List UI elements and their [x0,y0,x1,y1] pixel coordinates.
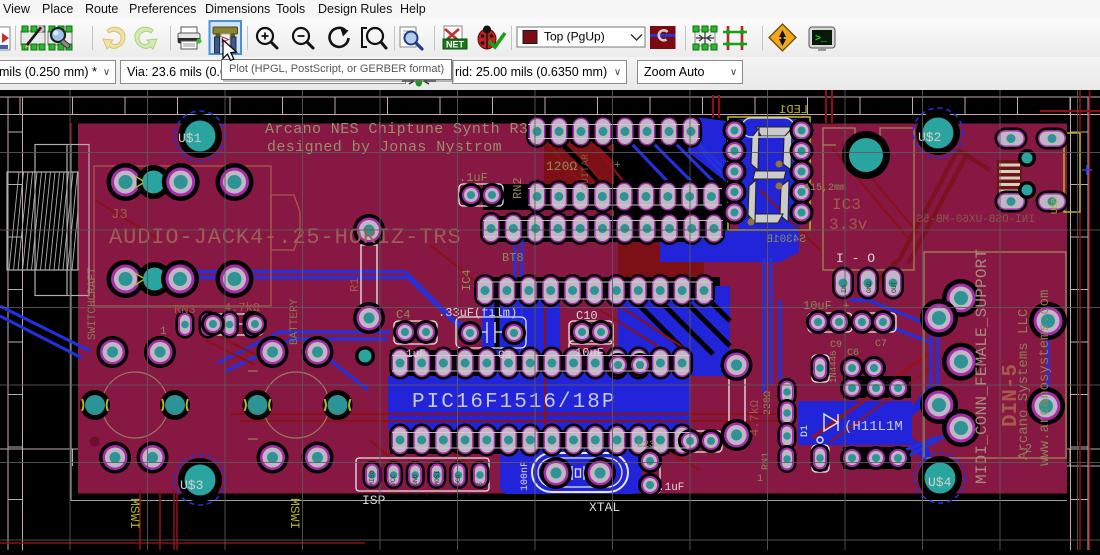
svg-text:C10: C10 [576,309,598,323]
svg-text:Arcano Systems LLC: Arcano Systems LLC [1016,309,1032,460]
svg-text:IC4: IC4 [460,269,474,291]
svg-text:GUITAR: GUITAR [581,154,592,190]
svg-text:4.7kΩ: 4.7kΩ [748,400,762,436]
svg-text:AUDIO-JACK4-.25-HORIZ-TRS: AUDIO-JACK4-.25-HORIZ-TRS [109,225,462,250]
svg-text:C23: C23 [637,440,655,451]
svg-text:1uF: 1uF [406,349,426,361]
svg-text:www.arcanosystems.com: www.arcanosystems.com [1037,290,1053,466]
svg-text:.1uF: .1uF [658,482,684,494]
svg-text:ISP: ISP [362,493,386,508]
svg-text:MIDI_CONN_FEMALE_SUPPORT: MIDI_CONN_FEMALE_SUPPORT [973,249,991,484]
svg-text:VCC: VCC [390,474,397,486]
svg-text:Top (PgUp): Top (PgUp) [544,30,605,44]
svg-text:INI-OSB-UX60-MB-5S: INI-OSB-UX60-MB-5S [916,214,1035,226]
svg-text:GND: GND [866,281,873,293]
svg-text:A15,2mm: A15,2mm [804,183,846,194]
svg-text:+: + [614,160,621,172]
svg-text:1: 1 [160,326,167,338]
svg-text:RN3: RN3 [174,303,196,317]
svg-text:1: 1 [757,474,763,485]
svg-text:USB: USB [1050,197,1060,214]
svg-text:C3: C3 [498,350,511,362]
svg-text:10uF: 10uF [575,346,604,360]
svg-text:>_: >_ [815,34,828,45]
svg-text:I - O: I - O [836,251,875,266]
svg-text:3.3v: 3.3v [829,216,868,234]
svg-text:1N4446: 1N4446 [829,351,839,383]
svg-text:U$3: U$3 [180,478,203,493]
svg-text:IC3: IC3 [832,196,861,214]
svg-text:6: 6 [477,482,484,486]
svg-text:U$4: U$4 [928,475,952,490]
svg-text:BATTERY: BATTERY [289,298,301,345]
svg-text:MOSI: MOSI [434,470,441,486]
svg-text:S4301B: S4301B [766,234,806,246]
svg-text:RN1: RN1 [761,452,772,470]
svg-text:10uF: 10uF [803,299,832,313]
svg-text:RN2: RN2 [511,177,525,199]
svg-text:120Ω: 120Ω [546,159,577,174]
svg-text:J3: J3 [111,207,128,223]
svg-text:SCK: SCK [455,474,462,486]
svg-text:PIC16F1516/18P: PIC16F1516/18P [412,391,616,414]
svg-text:.1uF: .1uF [459,171,488,185]
svg-text:NET: NET [446,40,465,50]
svg-text:.33uF(film): .33uF(film) [438,306,517,320]
svg-text:SWITCHCRAFT: SWITCHCRAFT [87,267,99,340]
svg-text:D1: D1 [800,425,811,437]
svg-text:220Ω: 220Ω [763,391,774,415]
svg-text:U$2: U$2 [918,130,941,145]
svg-text:XTAL: XTAL [589,500,620,515]
svg-text:MSWI: MSWI [287,498,302,529]
svg-text:C7: C7 [875,339,887,350]
svg-text:GND: GND [412,474,419,486]
svg-text:BT8: BT8 [502,251,524,265]
svg-text:100nF: 100nF [520,461,531,491]
svg-text:LED1: LED1 [779,103,808,117]
svg-text:U$1: U$1 [178,131,202,146]
svg-text:2: 2 [1025,442,1032,456]
svg-text:C4: C4 [396,308,410,322]
svg-text:(H11L1M: (H11L1M [844,419,903,435]
svg-text:R1: R1 [348,278,362,292]
svg-text:C6: C6 [847,348,859,359]
svg-text:C9: C9 [830,340,842,351]
svg-text:MISO: MISO [369,470,376,486]
svg-text:MSWI: MSWI [127,498,142,529]
svg-text:OUT: OUT [891,281,898,293]
svg-text:Arcano NES Chiptune Synth R3: Arcano NES Chiptune Synth R3 [265,121,528,138]
